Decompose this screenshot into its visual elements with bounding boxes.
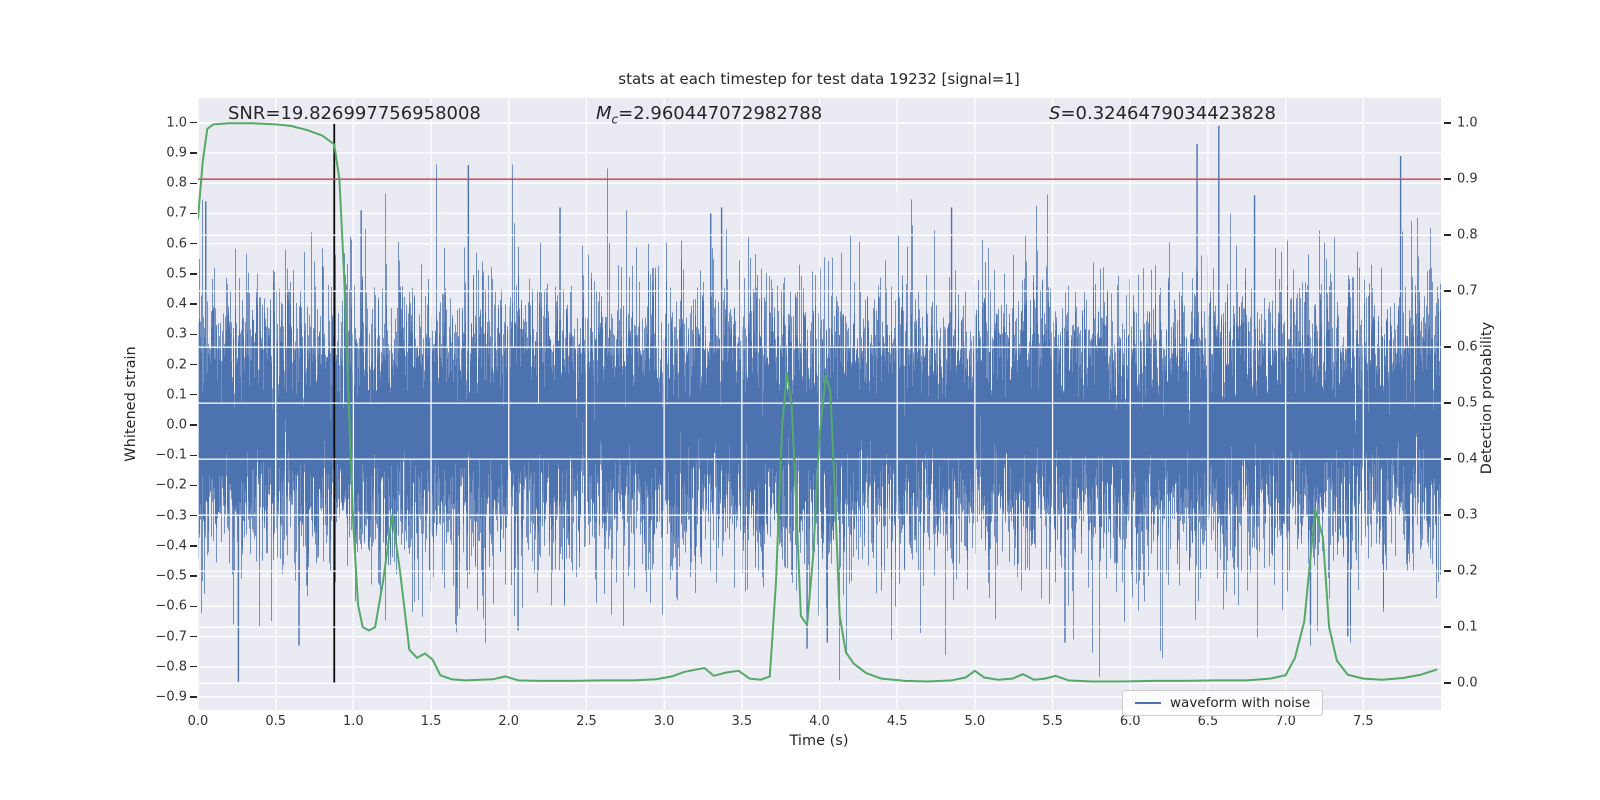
left-tick-mark bbox=[190, 605, 197, 608]
legend-label: waveform with noise bbox=[1170, 695, 1311, 711]
x-tick-label: 6.5 bbox=[1197, 714, 1219, 729]
y-axis-label-left: Whitened strain bbox=[123, 346, 139, 462]
snr-annotation: SNR=19.826997756958008 bbox=[228, 103, 481, 124]
right-tick-mark bbox=[1444, 402, 1451, 404]
left-tick-label: 0.2 bbox=[166, 357, 187, 373]
left-tick-label: −0.2 bbox=[155, 477, 187, 493]
s-annotation: S=0.3246479034423828 bbox=[1049, 103, 1276, 124]
right-tick-mark bbox=[1444, 346, 1451, 348]
chart-title: stats at each timestep for test data 192… bbox=[618, 70, 1020, 88]
right-tick-mark bbox=[1444, 234, 1451, 236]
right-tick-label: 1.0 bbox=[1457, 115, 1478, 131]
right-tick-label: 0.5 bbox=[1457, 395, 1478, 411]
right-tick-label: 0.2 bbox=[1457, 563, 1478, 579]
right-tick-label: 0.8 bbox=[1457, 227, 1478, 243]
left-tick-label: −0.4 bbox=[155, 538, 187, 554]
left-tick-mark bbox=[190, 635, 197, 638]
x-tick-label: 3.5 bbox=[731, 714, 753, 729]
right-tick-mark bbox=[1444, 514, 1451, 516]
right-tick-label: 0.7 bbox=[1457, 283, 1478, 299]
left-tick-mark bbox=[190, 484, 197, 487]
left-tick-label: −0.6 bbox=[155, 598, 187, 614]
right-tick-mark bbox=[1444, 178, 1451, 180]
x-tick-label: 3.0 bbox=[653, 714, 675, 729]
right-tick-label: 0.0 bbox=[1457, 675, 1478, 691]
mc-value: =2.960447072982788 bbox=[618, 103, 823, 124]
left-tick-label: 0.4 bbox=[166, 296, 187, 312]
left-tick-label: −0.7 bbox=[155, 629, 187, 645]
right-tick-mark bbox=[1444, 626, 1451, 628]
left-tick-mark bbox=[190, 575, 197, 577]
x-tick-label: 5.0 bbox=[964, 714, 986, 729]
x-tick-label: 4.0 bbox=[809, 714, 830, 729]
legend-line-sample bbox=[1135, 701, 1161, 705]
right-tick-mark bbox=[1444, 458, 1451, 460]
legend: waveform with noise bbox=[1122, 690, 1324, 716]
left-tick-mark bbox=[190, 152, 197, 154]
x-tick-label: 7.0 bbox=[1275, 714, 1296, 729]
right-tick-label: 0.9 bbox=[1457, 171, 1478, 187]
left-tick-label: −0.3 bbox=[155, 508, 187, 524]
left-tick-mark bbox=[190, 514, 197, 517]
left-tick-mark bbox=[190, 212, 197, 215]
y-axis-label-right: Detection probability bbox=[1479, 321, 1495, 475]
left-tick-label: −0.8 bbox=[155, 659, 187, 675]
x-tick-label: 6.0 bbox=[1119, 714, 1141, 729]
right-tick-label: 0.1 bbox=[1457, 619, 1478, 635]
left-tick-mark bbox=[190, 424, 197, 426]
left-tick-mark bbox=[190, 303, 197, 305]
left-tick-label: 0.8 bbox=[166, 175, 187, 191]
right-tick-mark bbox=[1444, 570, 1451, 572]
left-tick-mark bbox=[190, 242, 197, 245]
left-tick-mark bbox=[190, 122, 197, 124]
left-tick-mark bbox=[190, 666, 197, 668]
figure: stats at each timestep for test data 192… bbox=[0, 0, 1600, 800]
left-tick-mark bbox=[190, 333, 197, 336]
left-tick-label: −0.5 bbox=[155, 568, 187, 584]
left-tick-mark bbox=[190, 182, 197, 184]
x-tick-label: 0.0 bbox=[187, 714, 209, 729]
left-tick-mark bbox=[190, 696, 197, 698]
x-tick-label: 1.5 bbox=[420, 714, 442, 729]
x-tick-label: 7.5 bbox=[1352, 714, 1374, 729]
left-tick-label: 0.5 bbox=[166, 266, 187, 282]
right-tick-label: 0.6 bbox=[1457, 339, 1478, 355]
left-tick-mark bbox=[190, 454, 197, 456]
left-tick-label: −0.1 bbox=[155, 447, 187, 463]
left-tick-label: 0.1 bbox=[166, 387, 187, 403]
x-tick-label: 5.5 bbox=[1042, 714, 1063, 729]
right-tick-label: 0.4 bbox=[1457, 451, 1478, 467]
s-symbol: S bbox=[1049, 103, 1061, 124]
x-tick-label: 2.0 bbox=[498, 714, 520, 729]
left-tick-label: 0.6 bbox=[166, 236, 187, 252]
x-axis-label: Time (s) bbox=[789, 733, 849, 749]
s-value: =0.3246479034423828 bbox=[1060, 103, 1276, 124]
x-tick-label: 1.0 bbox=[343, 714, 364, 729]
left-tick-mark bbox=[190, 273, 197, 275]
left-tick-mark bbox=[190, 394, 197, 396]
left-tick-label: 1.0 bbox=[166, 115, 187, 131]
x-tick-label: 0.5 bbox=[265, 714, 287, 729]
x-tick-label: 2.5 bbox=[576, 714, 597, 729]
chirp-mass-annotation: Mc=2.960447072982788 bbox=[596, 103, 822, 127]
right-tick-mark bbox=[1444, 290, 1451, 292]
right-tick-mark bbox=[1444, 122, 1451, 124]
right-tick-label: 0.3 bbox=[1457, 507, 1478, 523]
mc-symbol: M bbox=[596, 103, 612, 124]
left-tick-mark bbox=[190, 363, 197, 366]
left-tick-label: −0.9 bbox=[155, 689, 187, 705]
right-tick-mark bbox=[1444, 682, 1451, 684]
left-tick-label: 0.3 bbox=[166, 326, 187, 342]
left-tick-label: 0.9 bbox=[166, 145, 187, 161]
left-tick-mark bbox=[190, 545, 197, 547]
plot-canvas bbox=[198, 98, 1441, 710]
x-tick-label: 4.5 bbox=[886, 714, 908, 729]
left-tick-label: 0.7 bbox=[166, 205, 187, 221]
left-tick-label: 0.0 bbox=[166, 417, 187, 433]
snr-text: SNR=19.826997756958008 bbox=[228, 103, 481, 124]
